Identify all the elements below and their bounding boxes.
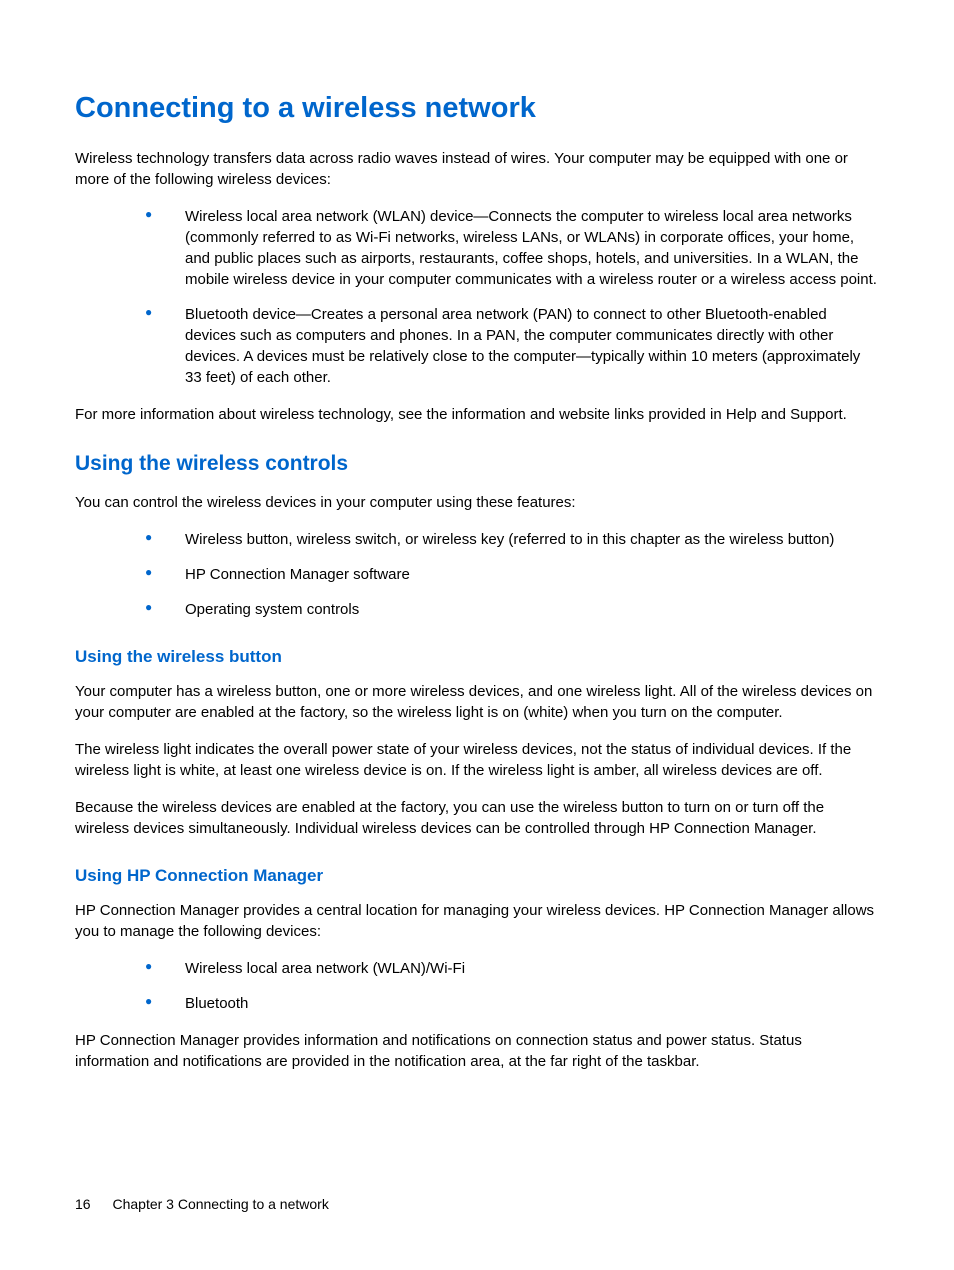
controls-intro-paragraph: You can control the wireless devices in … <box>75 492 879 513</box>
list-item: Bluetooth device—Creates a personal area… <box>145 304 879 388</box>
list-item: Wireless button, wireless switch, or wir… <box>145 529 879 550</box>
hpcm-after-paragraph: HP Connection Manager provides informati… <box>75 1030 879 1072</box>
document-page: Connecting to a wireless network Wireles… <box>0 0 954 1270</box>
page-footer: 16 Chapter 3 Connecting to a network <box>75 1196 329 1212</box>
list-item: Wireless local area network (WLAN) devic… <box>145 206 879 290</box>
button-paragraph-2: The wireless light indicates the overall… <box>75 739 879 781</box>
heading-main: Connecting to a wireless network <box>75 90 879 126</box>
list-item: Bluetooth <box>145 993 879 1014</box>
list-item: Wireless local area network (WLAN)/Wi-Fi <box>145 958 879 979</box>
controls-bullet-list: Wireless button, wireless switch, or wir… <box>75 529 879 620</box>
chapter-label: Chapter 3 Connecting to a network <box>112 1196 328 1212</box>
intro-after-paragraph: For more information about wireless tech… <box>75 404 879 425</box>
hpcm-bullet-list: Wireless local area network (WLAN)/Wi-Fi… <box>75 958 879 1014</box>
intro-bullet-list: Wireless local area network (WLAN) devic… <box>75 206 879 388</box>
hpcm-intro-paragraph: HP Connection Manager provides a central… <box>75 900 879 942</box>
button-paragraph-1: Your computer has a wireless button, one… <box>75 681 879 723</box>
page-number: 16 <box>75 1196 91 1212</box>
heading-using-wireless-button: Using the wireless button <box>75 646 879 667</box>
heading-using-wireless-controls: Using the wireless controls <box>75 451 879 477</box>
intro-paragraph: Wireless technology transfers data acros… <box>75 148 879 190</box>
list-item: HP Connection Manager software <box>145 564 879 585</box>
button-paragraph-3: Because the wireless devices are enabled… <box>75 797 879 839</box>
list-item: Operating system controls <box>145 599 879 620</box>
heading-using-hp-connection-manager: Using HP Connection Manager <box>75 865 879 886</box>
